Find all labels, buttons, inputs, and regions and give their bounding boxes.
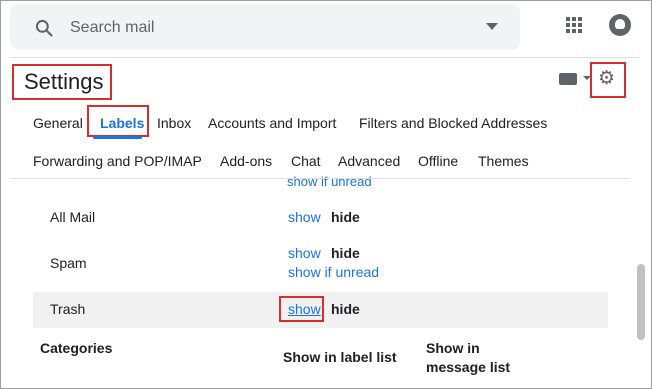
spam-hide-option[interactable]: hide <box>331 245 360 261</box>
tab-general[interactable]: General <box>33 115 83 131</box>
show-if-unread-link[interactable]: show if unread <box>287 174 372 189</box>
label-all-mail: All Mail <box>50 209 96 225</box>
keyboard-icon[interactable] <box>559 73 577 85</box>
tab-inbox[interactable]: Inbox <box>157 115 191 131</box>
search-input[interactable]: Search mail <box>70 19 154 37</box>
search-options-dropdown-icon[interactable] <box>486 23 498 30</box>
search-bar[interactable]: Search mail <box>10 4 520 50</box>
header-divider <box>10 57 640 58</box>
tab-offline[interactable]: Offline <box>418 153 458 169</box>
search-icon[interactable] <box>34 18 54 38</box>
tab-accounts-and-import[interactable]: Accounts and Import <box>208 115 336 131</box>
labels-tab-highlight <box>87 105 149 137</box>
trash-hide-option[interactable]: hide <box>331 301 360 317</box>
categories-heading: Categories <box>40 340 113 356</box>
account-avatar-icon[interactable] <box>609 14 631 36</box>
tab-filters-and-blocked-addresses[interactable]: Filters and Blocked Addresses <box>359 115 547 131</box>
show-in-message-list-heading-line2: message list <box>426 359 511 375</box>
gear-icon[interactable]: ⚙ <box>598 69 615 89</box>
all-mail-show-link[interactable]: show <box>288 209 321 225</box>
tab-advanced[interactable]: Advanced <box>338 153 400 169</box>
tabs-divider <box>10 178 630 179</box>
trash-show-highlight <box>279 296 324 322</box>
tab-themes[interactable]: Themes <box>478 153 529 169</box>
tab-chat[interactable]: Chat <box>291 153 321 169</box>
active-tab-underline <box>93 136 142 139</box>
page-title: Settings <box>12 64 112 100</box>
all-mail-hide-option[interactable]: hide <box>331 209 360 225</box>
show-in-message-list-heading-line1: Show in <box>426 340 480 356</box>
scrollbar-thumb[interactable] <box>637 264 645 340</box>
spam-show-if-unread-link[interactable]: show if unread <box>288 264 379 280</box>
show-in-label-list-heading: Show in label list <box>283 349 397 365</box>
label-trash: Trash <box>50 301 86 317</box>
apps-grid-icon[interactable] <box>566 17 582 33</box>
tab-forwarding-and-pop-imap[interactable]: Forwarding and POP/IMAP <box>33 153 202 169</box>
label-spam: Spam <box>50 255 87 271</box>
window-frame <box>0 0 652 389</box>
tab-add-ons[interactable]: Add-ons <box>220 153 272 169</box>
spam-show-link[interactable]: show <box>288 245 321 261</box>
